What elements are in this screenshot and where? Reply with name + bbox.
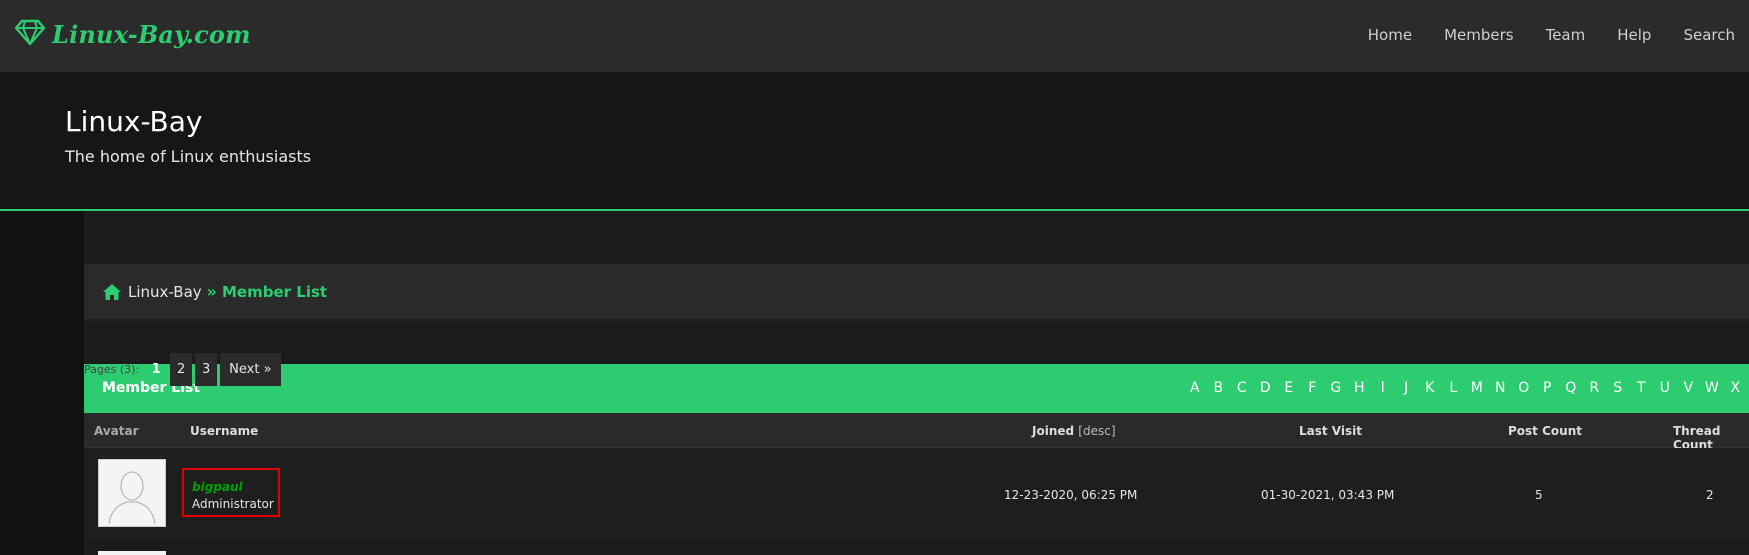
diamond-icon	[14, 16, 46, 52]
joined-date: 12-23-2020, 06:25 PM	[1004, 488, 1138, 502]
letter-filter-s[interactable]: S	[1606, 380, 1630, 396]
nav-members[interactable]: Members	[1444, 26, 1514, 44]
column-post-count[interactable]: Post Count	[1508, 424, 1582, 438]
user-role: Administrator	[192, 497, 274, 511]
breadcrumb-current: Member List	[222, 282, 328, 301]
sort-desc-indicator[interactable]: [desc]	[1078, 424, 1115, 438]
column-avatar: Avatar	[94, 424, 139, 438]
main-nav: Home Members Team Help Search	[1368, 26, 1735, 44]
letter-filter-w[interactable]: W	[1700, 380, 1724, 396]
nav-help[interactable]: Help	[1617, 26, 1651, 44]
left-margin	[0, 211, 84, 555]
breadcrumb-root-link[interactable]: Linux-Bay	[128, 283, 202, 301]
letter-filter-f[interactable]: F	[1301, 380, 1325, 396]
letter-filter-t[interactable]: T	[1630, 380, 1654, 396]
letter-filter-p[interactable]: P	[1536, 380, 1560, 396]
column-joined-label[interactable]: Joined	[1032, 424, 1074, 438]
thread-count[interactable]: 2	[1706, 488, 1714, 502]
table-header: Avatar Username Joined [desc] Last Visit…	[84, 413, 1749, 452]
site-title: Linux-Bay	[65, 105, 203, 138]
letter-filter-r[interactable]: R	[1583, 380, 1607, 396]
page-link-2[interactable]: 2	[170, 353, 193, 386]
home-icon[interactable]	[102, 283, 122, 301]
letter-filter-v[interactable]: V	[1677, 380, 1701, 396]
member-list-header: Member List ABCDEFGHIJKLMNOPQRSTUVWXY	[84, 364, 1749, 413]
letter-filter: ABCDEFGHIJKLMNOPQRSTUVWXY	[1183, 380, 1749, 396]
avatar[interactable]	[98, 459, 166, 527]
letter-filter-k[interactable]: K	[1418, 380, 1442, 396]
pagination-label: Pages (3):	[84, 363, 140, 376]
letter-filter-d[interactable]: D	[1254, 380, 1278, 396]
post-count[interactable]: 5	[1535, 488, 1543, 502]
letter-filter-u[interactable]: U	[1653, 380, 1677, 396]
breadcrumb: Linux-Bay » Member List	[84, 264, 1749, 321]
letter-filter-g[interactable]: G	[1324, 380, 1348, 396]
site-logo-text: Linux-Bay.com	[52, 19, 251, 49]
column-username[interactable]: Username	[190, 424, 258, 438]
letter-filter-e[interactable]: E	[1277, 380, 1301, 396]
letter-filter-j[interactable]: J	[1395, 380, 1419, 396]
letter-filter-i[interactable]: I	[1371, 380, 1395, 396]
letter-filter-n[interactable]: N	[1489, 380, 1513, 396]
letter-filter-l[interactable]: L	[1442, 380, 1466, 396]
nav-home[interactable]: Home	[1368, 26, 1412, 44]
column-last-visit[interactable]: Last Visit	[1299, 424, 1362, 438]
site-header: Linux-Bay The home of Linux enthusiasts	[0, 72, 1749, 211]
pagination: Pages (3): 1 2 3 Next »	[84, 353, 284, 386]
column-joined[interactable]: Joined [desc]	[1032, 424, 1116, 438]
page-link-3[interactable]: 3	[195, 353, 218, 386]
letter-filter-q[interactable]: Q	[1559, 380, 1583, 396]
table-row: bigpaul Administrator 12-23-2020, 06:25 …	[84, 448, 1749, 540]
avatar[interactable]	[98, 551, 166, 555]
top-navbar: Linux-Bay.com Home Members Team Help Sea…	[0, 0, 1749, 73]
letter-filter-o[interactable]: O	[1512, 380, 1536, 396]
letter-filter-m[interactable]: M	[1465, 380, 1489, 396]
nav-search[interactable]: Search	[1683, 26, 1735, 44]
page-next-button[interactable]: Next »	[220, 353, 281, 386]
letter-filter-b[interactable]: B	[1207, 380, 1231, 396]
letter-filter-x[interactable]: X	[1724, 380, 1748, 396]
letter-filter-c[interactable]: C	[1230, 380, 1254, 396]
letter-filter-a[interactable]: A	[1183, 380, 1207, 396]
site-subtitle: The home of Linux enthusiasts	[65, 147, 312, 166]
page-current: 1	[151, 362, 161, 377]
site-logo[interactable]: Linux-Bay.com	[14, 16, 251, 52]
last-visit-date: 01-30-2021, 03:43 PM	[1261, 488, 1395, 502]
default-avatar-icon	[99, 460, 165, 526]
username-link[interactable]: bigpaul	[192, 480, 243, 494]
breadcrumb-separator: »	[206, 282, 217, 301]
nav-team[interactable]: Team	[1546, 26, 1586, 44]
letter-filter-h[interactable]: H	[1348, 380, 1372, 396]
